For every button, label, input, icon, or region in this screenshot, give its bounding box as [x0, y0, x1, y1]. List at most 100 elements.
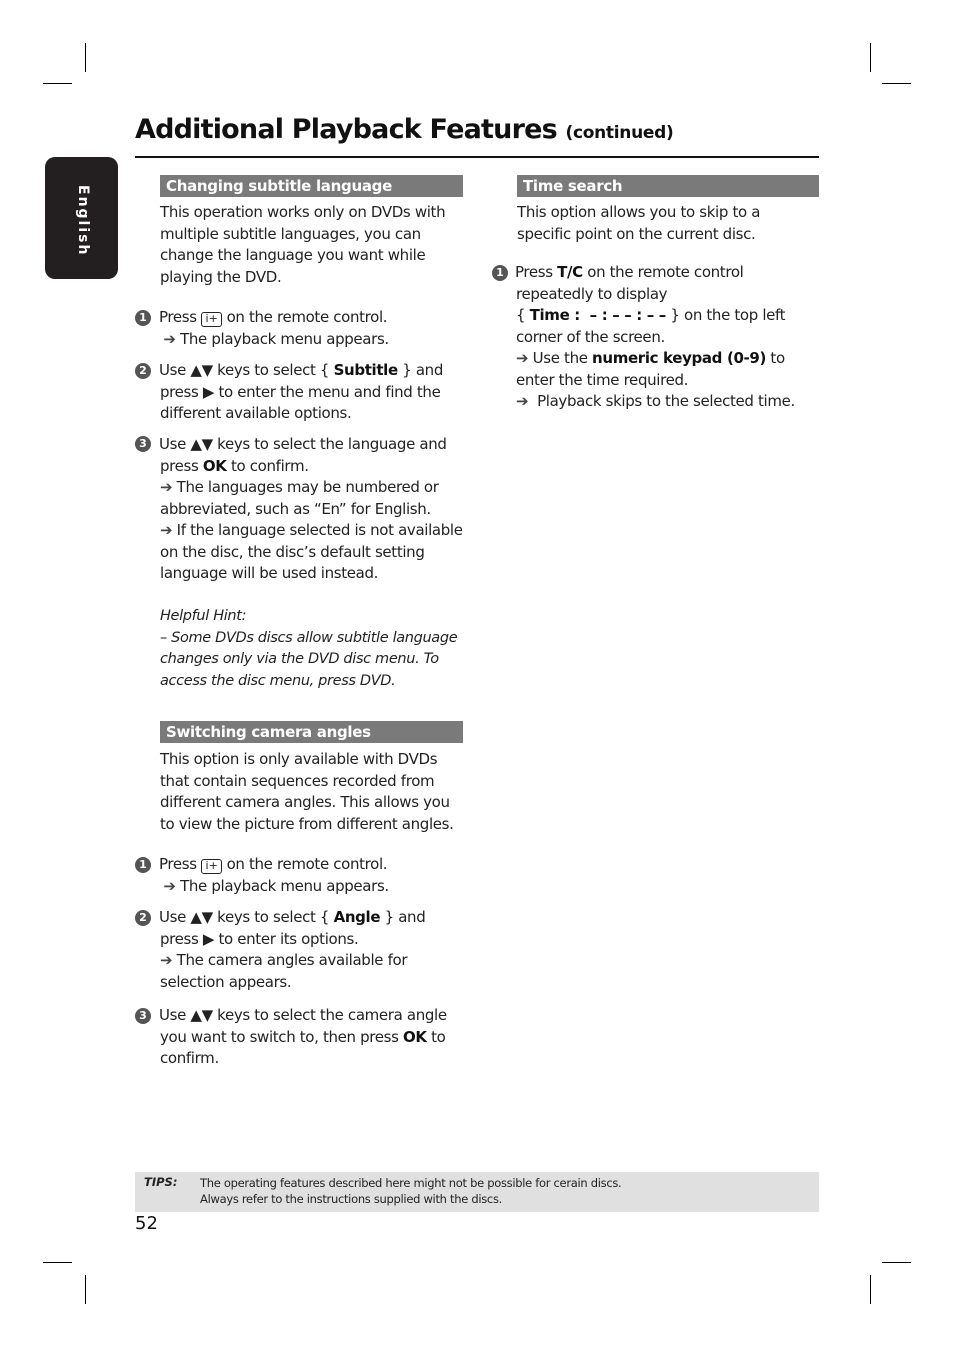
text-line: that contain sequences recorded from [160, 771, 435, 790]
text-line: ➔ Use the numeric keypad (0-9) to [516, 348, 795, 370]
arrow-right-icon: ➔ [160, 478, 173, 496]
text-line: on the disc, the disc’s default setting [160, 542, 425, 561]
text: on the remote control. [226, 855, 388, 873]
subtitle-intro: This operation works only on DVDs with m… [160, 202, 446, 288]
text-line: Press i+ on the remote control. [159, 854, 389, 876]
tc-key-label: T/C [557, 263, 583, 281]
step-number-icon: 1 [135, 310, 151, 326]
language-tab-label: English [75, 185, 91, 257]
time-intro: This option allows you to skip to a spec… [517, 202, 760, 245]
text: The languages may be numbered or [176, 478, 439, 496]
text-line: Use ▲▼ keys to select the language and [159, 435, 447, 453]
step-number-icon: 1 [492, 265, 508, 281]
text: } and [402, 361, 443, 379]
text: Use ▲▼ keys to select { [159, 361, 330, 379]
menu-option-angle: Angle [333, 908, 381, 926]
text: Press [159, 308, 197, 326]
text: you want to switch to, then press [160, 1027, 399, 1046]
text: Press [515, 263, 553, 281]
menu-option-subtitle: Subtitle [333, 361, 399, 379]
text: to [770, 349, 785, 367]
step-number-icon: 2 [135, 910, 151, 926]
page-title-text: Additional Playback Features [135, 114, 558, 145]
text: Use ▲▼ keys to select { [159, 908, 330, 926]
text-line: corner of the screen. [516, 327, 665, 346]
crop-mark [882, 83, 911, 84]
info-button-icon: i+ [201, 312, 223, 327]
arrow-right-icon: ➔ [163, 876, 176, 895]
angles-step-1: Press i+ on the remote control. ➔ The pl… [159, 854, 389, 897]
text-line: This option is only available with DVDs [160, 750, 438, 768]
text-line: ➔ The playback menu appears. [159, 329, 389, 351]
text: on the remote control. [226, 308, 388, 326]
text: } on the top left [670, 306, 786, 324]
angles-intro: This option is only available with DVDs … [160, 749, 454, 835]
text-line: ➔ The camera angles available for [160, 950, 425, 972]
text-line: playing the DVD. [160, 267, 282, 286]
text-line: language will be used instead. [160, 564, 379, 582]
text-line: press OK to confirm. [160, 456, 463, 478]
text: The playback menu appears. [180, 329, 389, 348]
arrow-right-icon: ➔ [160, 521, 173, 539]
text-line: ➔ Playback skips to the selected time. [516, 391, 795, 413]
text: to [431, 1027, 446, 1046]
text-line: This operation works only on DVDs with [160, 203, 446, 221]
text-line: repeatedly to display [516, 284, 668, 303]
text-line: press ▶ to enter its options. [160, 929, 359, 948]
time-display-format: Time : – : – – : – – [529, 306, 667, 324]
tips-box: TIPS: The operating features described h… [135, 1172, 819, 1212]
text-line: specific point on the current disc. [517, 224, 756, 243]
section-heading-time-search: Time search [517, 175, 819, 197]
ok-key-label: OK [202, 456, 227, 475]
text-line: abbreviated, such as “En” for English. [160, 499, 431, 518]
tips-text: The operating features described here mi… [200, 1175, 622, 1207]
text-line: selection appears. [160, 972, 292, 991]
section-heading-camera-angles: Switching camera angles [160, 721, 463, 743]
subtitle-step-2: Use ▲▼ keys to select { Subtitle } and p… [159, 360, 443, 425]
text: } and [384, 908, 426, 926]
step-number-icon: 1 [135, 857, 151, 873]
text-line: – Some DVDs discs allow subtitle languag… [160, 629, 458, 646]
helpful-hint: Helpful Hint: – Some DVDs discs allow su… [160, 606, 458, 692]
text-line: ➔ The languages may be numbered or [160, 477, 463, 499]
text-line: different camera angles. This allows you [160, 793, 450, 811]
step-number-icon: 2 [135, 363, 151, 379]
text: press [160, 456, 199, 475]
text: The camera angles available for [176, 951, 408, 969]
arrow-right-icon: ➔ [516, 392, 529, 410]
text-line: Press i+ on the remote control. [159, 307, 389, 329]
page-title-suffix: (continued) [565, 123, 674, 143]
title-rule [135, 156, 819, 158]
text: Playback skips to the selected time. [537, 392, 795, 410]
text-line: changes only via the DVD disc menu. To [160, 651, 439, 667]
text: Use the [532, 349, 588, 367]
text-line: Use ▲▼ keys to select { Subtitle } and [159, 360, 443, 382]
text: If the language selected is not availabl… [176, 521, 463, 539]
text: to confirm. [231, 456, 309, 475]
page-number: 52 [135, 1213, 158, 1234]
page-title: Additional Playback Features (continued) [135, 114, 819, 145]
angles-step-2: Use ▲▼ keys to select { Angle } and pres… [159, 907, 426, 993]
crop-mark [870, 1275, 871, 1304]
arrow-right-icon: ➔ [160, 951, 173, 969]
text-line: confirm. [160, 1049, 219, 1067]
subtitle-step-3: Use ▲▼ keys to select the language and p… [159, 434, 463, 585]
text-line: to view the picture from different angle… [160, 814, 454, 833]
text-line: ➔ If the language selected is not availa… [160, 520, 463, 542]
step-number-icon: 3 [135, 436, 151, 452]
crop-mark [43, 83, 72, 84]
crop-mark [882, 1262, 911, 1263]
crop-mark [43, 1262, 72, 1263]
time-step-1: Press T/C on the remote control repeated… [515, 262, 795, 413]
arrow-right-icon: ➔ [516, 349, 529, 367]
numeric-keypad-label: numeric keypad (0-9) [592, 349, 766, 367]
text: { [516, 306, 526, 324]
angles-step-3: Use ▲▼ keys to select the camera angle y… [159, 1005, 447, 1070]
text-line: ➔ The playback menu appears. [159, 876, 389, 898]
language-tab: English [45, 157, 118, 279]
text: Press [159, 855, 197, 873]
text-line: enter the time required. [516, 370, 689, 389]
text: on the remote control [587, 263, 744, 281]
tips-label: TIPS: [144, 1175, 178, 1189]
subtitle-step-1: Press i+ on the remote control. ➔ The pl… [159, 307, 389, 350]
